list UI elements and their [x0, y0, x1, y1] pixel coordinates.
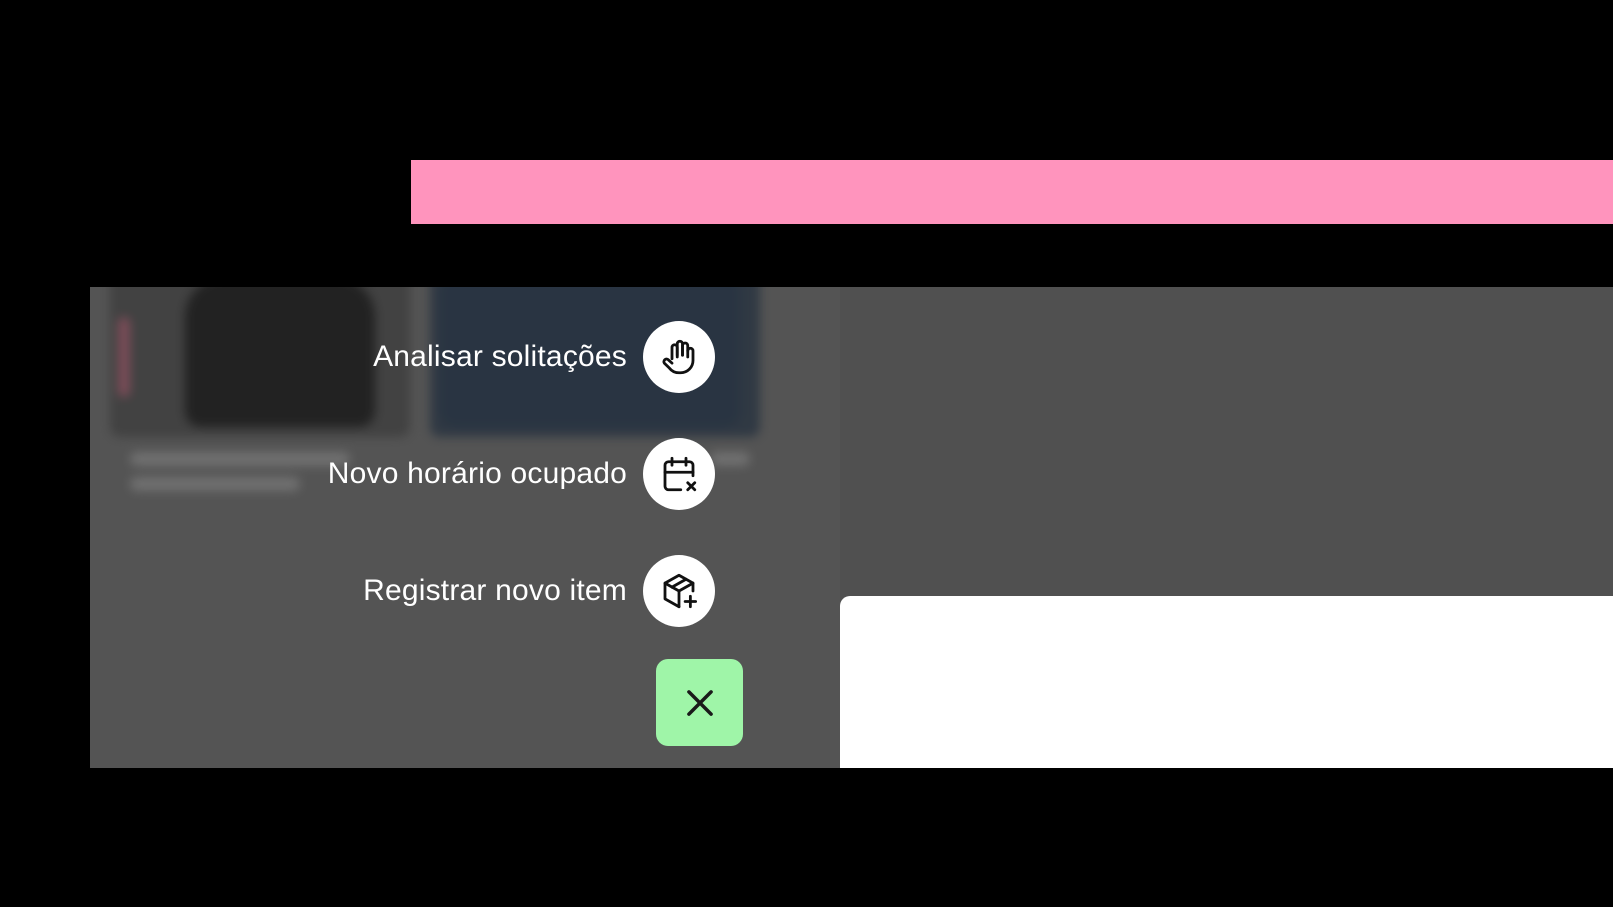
calendar-x-icon[interactable] — [643, 438, 715, 510]
item-thumbnail-shirt — [185, 287, 375, 427]
item-thumbnail-detail — [118, 317, 130, 397]
hand-icon[interactable] — [643, 321, 715, 393]
item-title-placeholder — [130, 452, 350, 466]
fab-action-registrar-novo-item[interactable]: Registrar novo item — [363, 555, 715, 627]
screen: Analisar solitações Novo horário ocupado — [0, 0, 1613, 907]
fab-action-label: Registrar novo item — [363, 574, 627, 607]
fab-overlay[interactable]: Analisar solitações Novo horário ocupado — [90, 287, 840, 768]
item-title-placeholder — [710, 452, 750, 466]
bottom-card — [840, 596, 1613, 768]
close-fab-button[interactable] — [656, 659, 743, 746]
fab-action-label: Analisar solitações — [373, 340, 627, 373]
fab-action-analisar-solicitacoes[interactable]: Analisar solitações — [373, 321, 715, 393]
header-bar — [411, 160, 1613, 224]
package-plus-icon[interactable] — [643, 555, 715, 627]
fab-action-novo-horario-ocupado[interactable]: Novo horário ocupado — [328, 438, 715, 510]
fab-action-label: Novo horário ocupado — [327, 457, 627, 490]
item-title-placeholder — [130, 477, 300, 491]
close-icon — [686, 689, 713, 716]
